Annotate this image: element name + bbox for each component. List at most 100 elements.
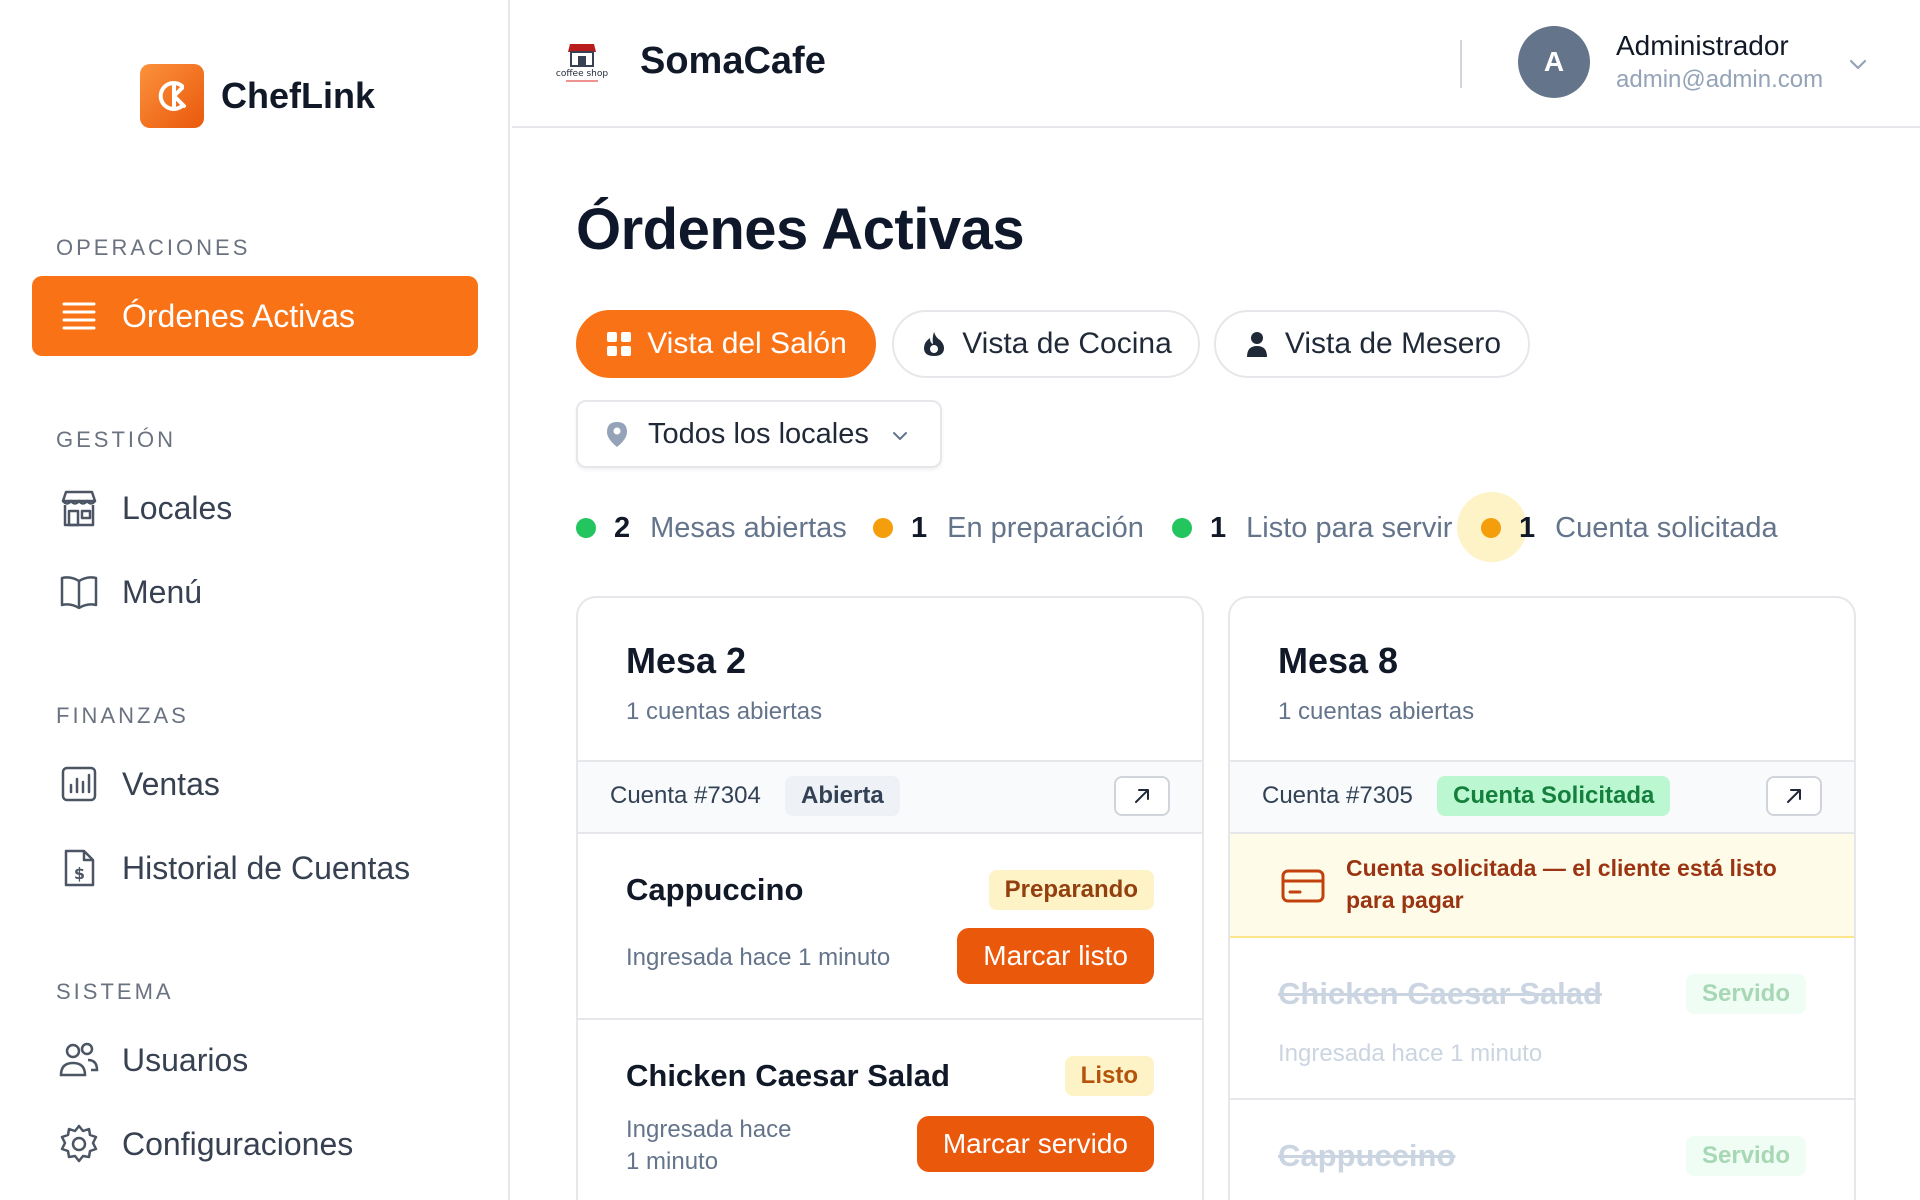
stat-mesas-abiertas: 2 Mesas abiertas <box>576 508 847 548</box>
stat-en-preparacion: 1 En preparación <box>873 508 1144 548</box>
header-divider <box>1460 40 1462 88</box>
table-card-mesa-8: Mesa 8 1 cuentas abiertas Cuenta #7305 C… <box>1228 596 1856 1200</box>
tab-label: Vista de Mesero <box>1284 327 1502 360</box>
list-item: Cappuccino Servido <box>1230 1100 1854 1200</box>
table-subtitle: 1 cuentas abiertas <box>1278 698 1475 725</box>
sidebar-item-label: Configuraciones <box>122 1125 354 1162</box>
locale-select[interactable]: Todos los locales <box>576 400 942 468</box>
gear-icon <box>60 1124 98 1163</box>
stat-count: 1 <box>911 511 928 544</box>
stat-count: 2 <box>614 511 631 544</box>
table-subtitle: 1 cuentas abiertas <box>626 698 823 725</box>
item-name: Cappuccino <box>626 872 804 907</box>
shop-logo-icon: coffee shop <box>552 40 612 86</box>
mark-ready-button[interactable]: Marcar listo <box>957 928 1154 984</box>
tab-vista-salon[interactable]: Vista del Salón <box>576 310 876 378</box>
bill-requested-banner: Cuenta solicitada — el cliente está list… <box>1230 834 1854 938</box>
status-badge: Servido <box>1685 974 1806 1014</box>
arrow-up-right-icon <box>1787 789 1801 803</box>
item-time: Ingresada hace 1 minuto <box>626 1116 792 1175</box>
users-icon <box>59 1042 99 1077</box>
item-time: Ingresada hace 1 minuto <box>626 944 891 971</box>
stat-listo-para-servir: 1 Listo para servir <box>1172 508 1452 548</box>
item-name: Chicken Caesar Salad <box>626 1058 950 1093</box>
store-icon <box>61 490 97 527</box>
nav-section-operaciones: OPERACIONES <box>56 235 251 260</box>
status-dot-orange <box>1481 518 1501 538</box>
sidebar-item-configuraciones[interactable]: Configuraciones <box>32 1104 478 1184</box>
sidebar: ChefLink OPERACIONES Órdenes Activas GES… <box>0 0 510 1200</box>
user-icon <box>1246 332 1267 357</box>
map-pin-icon <box>607 422 627 447</box>
sidebar-item-label: Menú <box>122 573 203 610</box>
credit-card-icon <box>1281 869 1325 903</box>
stat-count: 1 <box>1210 511 1227 544</box>
sidebar-item-label: Historial de Cuentas <box>122 849 411 886</box>
stat-count: 1 <box>1519 511 1536 544</box>
nav-section-gestion: GESTIÓN <box>56 427 177 452</box>
user-email: admin@admin.com <box>1616 66 1824 93</box>
status-badge: Preparando <box>988 870 1154 910</box>
status-badge: Listo <box>1064 1056 1154 1096</box>
tab-vista-cocina[interactable]: Vista de Cocina <box>892 310 1200 378</box>
tab-label: Vista del Salón <box>647 327 847 360</box>
sidebar-item-menu[interactable]: Menú <box>32 552 478 632</box>
sidebar-item-label: Usuarios <box>122 1041 249 1078</box>
nav-section-sistema: SISTEMA <box>56 979 174 1004</box>
chevron-down-icon <box>893 432 907 440</box>
list-icon <box>62 302 96 330</box>
sidebar-item-ordenes-activas[interactable]: Órdenes Activas <box>32 276 478 356</box>
sidebar-item-ventas[interactable]: Ventas <box>32 744 478 824</box>
svg-text:$: $ <box>74 864 85 883</box>
sidebar-item-label: Locales <box>122 489 233 526</box>
open-account-button[interactable] <box>1766 776 1822 816</box>
status-dot-orange <box>873 518 893 538</box>
list-item: Chicken Caesar Salad Listo Ingresada hac… <box>578 1020 1202 1200</box>
account-status-badge: Cuenta Solicitada <box>1437 776 1671 816</box>
sidebar-item-label: Órdenes Activas <box>122 297 355 334</box>
table-title: Mesa 8 <box>1278 640 1399 681</box>
open-account-button[interactable] <box>1114 776 1170 816</box>
nav-section-finanzas: FINANZAS <box>56 703 189 728</box>
table-card-mesa-2: Mesa 2 1 cuentas abiertas Cuenta #7304 A… <box>576 596 1204 1200</box>
tab-vista-mesero[interactable]: Vista de Mesero <box>1214 310 1530 378</box>
arrow-up-right-icon <box>1135 789 1149 803</box>
svg-text:coffee shop: coffee shop <box>556 69 608 79</box>
stat-label: Mesas abiertas <box>650 511 847 544</box>
stat-label: Listo para servir <box>1246 511 1453 544</box>
status-dot-green <box>576 518 596 538</box>
table-title: Mesa 2 <box>626 640 747 681</box>
list-item: Chicken Caesar Salad Servido Ingresada h… <box>1230 938 1854 1100</box>
account-number: Cuenta #7304 <box>610 782 761 809</box>
book-icon <box>60 576 98 610</box>
list-item: Cappuccino Preparando Ingresada hace 1 m… <box>578 834 1202 1020</box>
cheflink-logo-icon <box>140 64 204 128</box>
status-badge: Servido <box>1685 1136 1806 1176</box>
item-name: Chicken Caesar Salad <box>1278 976 1602 1011</box>
item-name: Cappuccino <box>1278 1138 1456 1173</box>
mark-served-button[interactable]: Marcar servido <box>916 1116 1154 1172</box>
status-dot-green <box>1172 518 1192 538</box>
brand-name: ChefLink <box>221 75 376 116</box>
topbar: coffee shop SomaCafe A Administrador adm… <box>512 0 1920 128</box>
user-name[interactable]: Administrador <box>1616 30 1789 62</box>
chevron-down-icon[interactable] <box>1846 52 1870 76</box>
sidebar-item-historial[interactable]: $ Historial de Cuentas <box>32 828 478 908</box>
tab-label: Vista de Cocina <box>962 327 1172 360</box>
account-bar: Cuenta #7305 Cuenta Solicitada <box>1230 760 1854 834</box>
account-status-badge: Abierta <box>785 776 900 816</box>
sidebar-item-locales[interactable]: Locales <box>32 468 478 548</box>
item-time: Ingresada hace 1 minuto <box>1278 1040 1543 1067</box>
account-bar: Cuenta #7304 Abierta <box>578 760 1202 834</box>
banner-text: Cuenta solicitada — el cliente está list… <box>1346 855 1777 913</box>
shop-name: SomaCafe <box>640 40 826 82</box>
avatar[interactable]: A <box>1518 26 1590 98</box>
flame-icon <box>924 332 945 356</box>
stat-cuenta-solicitada: 1 Cuenta solicitada <box>1481 508 1778 548</box>
stat-label: En preparación <box>947 511 1144 544</box>
bar-chart-icon <box>61 766 97 802</box>
grid-icon <box>607 332 632 356</box>
account-number: Cuenta #7305 <box>1262 782 1413 809</box>
brand[interactable]: ChefLink <box>140 64 375 128</box>
sidebar-item-usuarios[interactable]: Usuarios <box>32 1020 478 1100</box>
